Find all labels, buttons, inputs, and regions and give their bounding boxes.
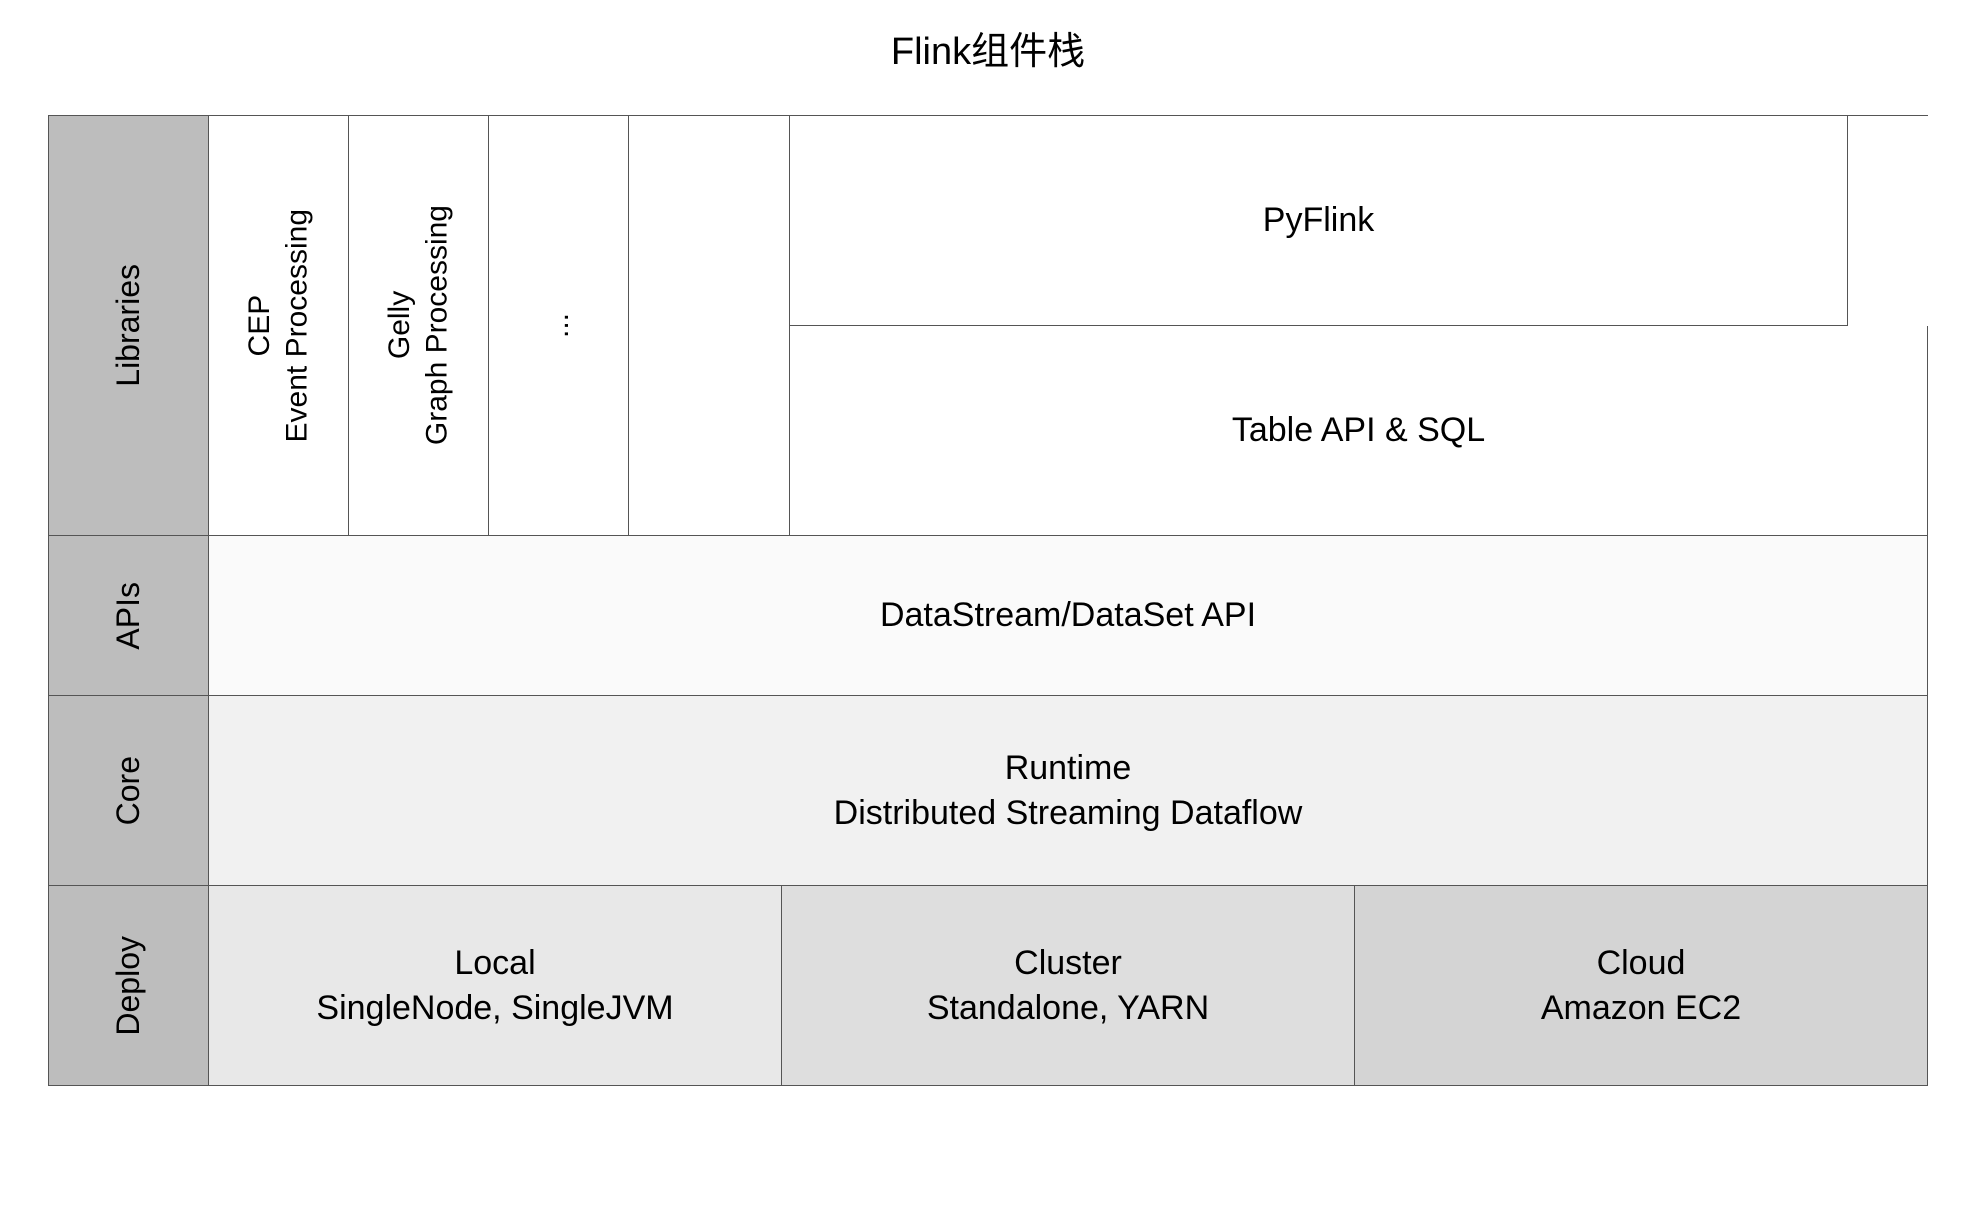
- lib-pyflink: PyFlink: [789, 116, 1848, 326]
- libraries-right-group: PyFlink Table API & SQL: [789, 116, 1928, 535]
- lib-cep-label: CEP Event Processing: [241, 209, 316, 442]
- deploy-cluster-subtitle: Standalone, YARN: [927, 986, 1209, 1030]
- layer-label-deploy: Deploy: [49, 886, 209, 1085]
- lib-table-sql: Table API & SQL: [789, 326, 1928, 536]
- libraries-left-group: CEP Event Processing Gelly Graph Process…: [209, 116, 629, 535]
- layer-libraries: Libraries CEP Event Processing Gelly Gra…: [49, 116, 1928, 536]
- apis-content: DataStream/DataSet API: [880, 596, 1256, 635]
- layer-core: Core Runtime Distributed Streaming Dataf…: [49, 696, 1928, 886]
- diagram-title: Flink组件栈: [891, 20, 1085, 75]
- deploy-cloud-subtitle: Amazon EC2: [1541, 986, 1741, 1030]
- lib-gelly-label: Gelly Graph Processing: [381, 205, 456, 445]
- deploy-body: Local SingleNode, SingleJVM Cluster Stan…: [209, 886, 1928, 1085]
- layer-apis: APIs DataStream/DataSet API: [49, 536, 1928, 696]
- deploy-cloud: Cloud Amazon EC2: [1355, 886, 1928, 1085]
- deploy-local: Local SingleNode, SingleJVM: [209, 886, 782, 1085]
- deploy-cluster: Cluster Standalone, YARN: [782, 886, 1355, 1085]
- layer-label-apis: APIs: [49, 536, 209, 695]
- libraries-gap: [629, 116, 789, 535]
- deploy-cloud-title: Cloud: [1597, 941, 1686, 985]
- deploy-local-subtitle: SingleNode, SingleJVM: [316, 986, 673, 1030]
- lib-more-label: ...: [540, 313, 578, 338]
- core-line1: Runtime: [1005, 746, 1132, 790]
- core-line2: Distributed Streaming Dataflow: [834, 791, 1303, 835]
- label-text: Deploy: [110, 936, 147, 1036]
- core-body: Runtime Distributed Streaming Dataflow: [209, 696, 1928, 885]
- layer-deploy: Deploy Local SingleNode, SingleJVM Clust…: [49, 886, 1928, 1086]
- label-text: APIs: [110, 582, 147, 650]
- layer-label-core: Core: [49, 696, 209, 885]
- lib-cep: CEP Event Processing: [209, 116, 349, 535]
- apis-body: DataStream/DataSet API: [209, 536, 1928, 695]
- libraries-body: CEP Event Processing Gelly Graph Process…: [209, 116, 1928, 535]
- label-text: Core: [110, 756, 147, 825]
- label-text: Libraries: [110, 264, 147, 387]
- flink-stack: Libraries CEP Event Processing Gelly Gra…: [48, 115, 1928, 1086]
- lib-more: ...: [489, 116, 629, 535]
- lib-gelly: Gelly Graph Processing: [349, 116, 489, 535]
- layer-label-libraries: Libraries: [49, 116, 209, 535]
- deploy-local-title: Local: [454, 941, 535, 985]
- deploy-cluster-title: Cluster: [1014, 941, 1122, 985]
